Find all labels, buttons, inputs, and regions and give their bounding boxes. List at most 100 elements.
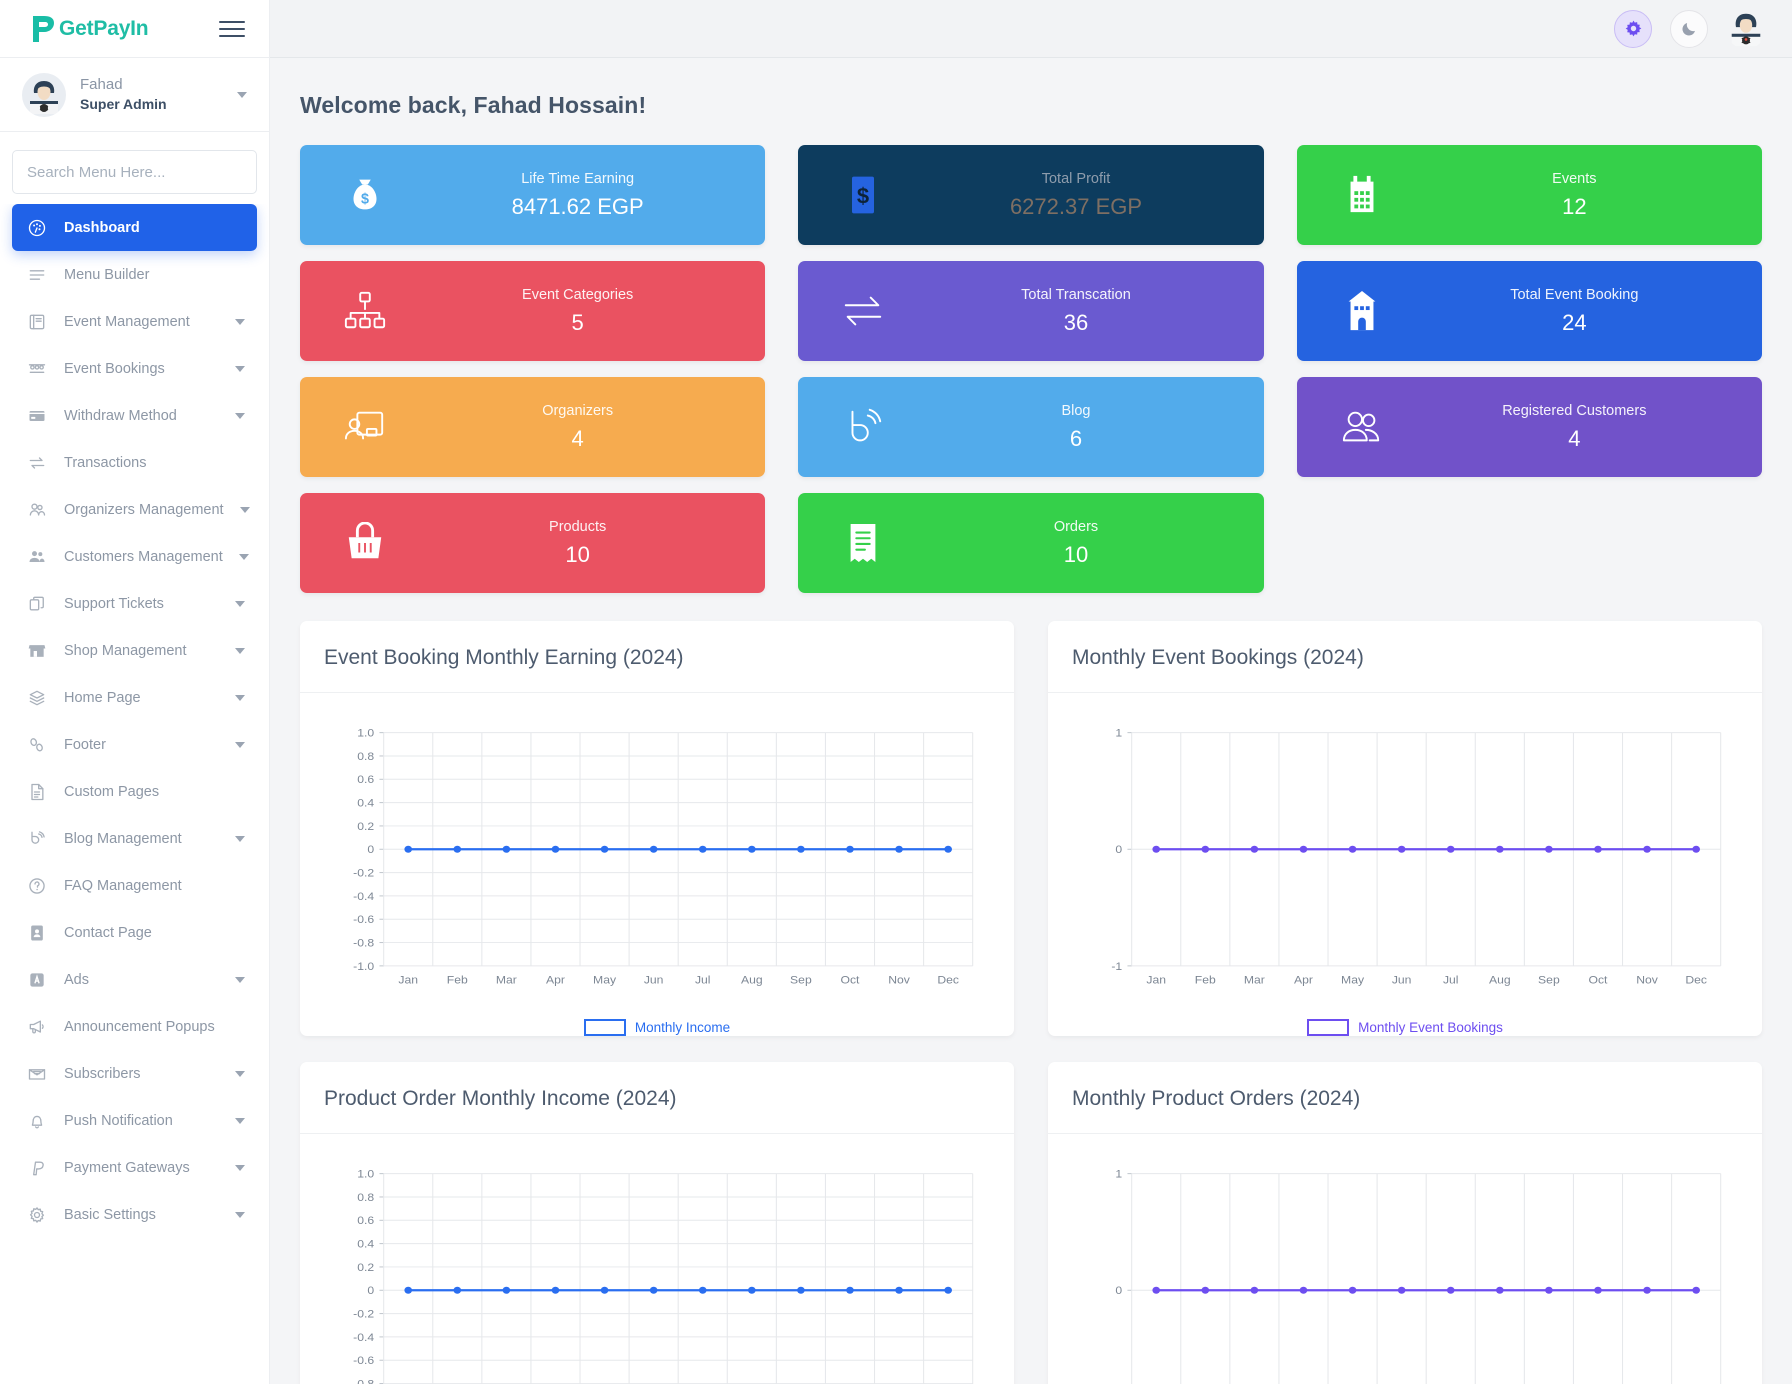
sidebar-item-custom-pages[interactable]: Custom Pages	[12, 768, 257, 815]
stat-text: Organizers 4	[424, 399, 731, 454]
shop-icon	[26, 640, 48, 662]
stat-label: Events	[1552, 171, 1597, 188]
chart-card-0: Event Booking Monthly Earning (2024) 1.0 0…	[300, 621, 1014, 1036]
gear-sun-icon[interactable]	[1614, 9, 1652, 48]
chevron-down-icon[interactable]	[235, 1211, 245, 1218]
svg-text:$: $	[361, 192, 369, 208]
chart-title: Monthly Product Orders (2024)	[1048, 1062, 1762, 1134]
stat-card-events[interactable]: Events 12	[1296, 145, 1762, 245]
chart-title: Product Order Monthly Income (2024)	[300, 1062, 1014, 1134]
sidebar-toggle-icon[interactable]	[219, 20, 245, 37]
people-seats-icon	[26, 358, 48, 380]
svg-text:1.0: 1.0	[357, 727, 374, 739]
stat-card-total-transcation[interactable]: Total Transcation 36	[798, 261, 1264, 361]
sidebar-item-menu-builder[interactable]: Menu Builder	[12, 251, 257, 298]
chart-card-grid: Event Booking Monthly Earning (2024) 1.0 0…	[300, 621, 1762, 1384]
sidebar-item-organizers-management[interactable]: Organizers Management	[12, 486, 257, 533]
gear-icon	[26, 1204, 48, 1226]
svg-text:May: May	[593, 974, 616, 986]
stat-card-total-event-booking[interactable]: Total Event Booking 24	[1296, 261, 1762, 361]
stat-card-products[interactable]: Products 10	[300, 493, 766, 593]
stat-card-registered-customers[interactable]: Registered Customers 4	[1296, 377, 1762, 477]
sidebar-item-footer[interactable]: Footer	[12, 721, 257, 768]
dollar-badge-icon: $	[838, 173, 888, 217]
chevron-down-icon[interactable]	[235, 1070, 245, 1077]
topbar-avatar[interactable]	[1726, 9, 1766, 49]
sidebar-item-dashboard[interactable]: Dashboard	[12, 204, 257, 251]
sidebar-item-basic-settings[interactable]: Basic Settings	[12, 1191, 257, 1238]
chevron-down-icon[interactable]	[238, 553, 249, 560]
stat-card-event-categories[interactable]: Event Categories 5	[300, 261, 766, 361]
chevron-down-icon[interactable]	[235, 318, 245, 325]
blog-rss-icon	[838, 404, 888, 450]
sidebar-item-blog-management[interactable]: Blog Management	[12, 815, 257, 862]
sidebar-item-subscribers[interactable]: Subscribers	[12, 1050, 257, 1097]
sidebar-item-customers-management[interactable]: Customers Management	[12, 533, 257, 580]
chevron-down-icon[interactable]	[235, 1117, 245, 1124]
sidebar-item-contact-page[interactable]: Contact Page	[12, 909, 257, 956]
brand-logo[interactable]: GetPayIn	[30, 14, 149, 44]
sidebar-item-home-page[interactable]: Home Page	[12, 674, 257, 721]
stat-card-blog[interactable]: Blog 6	[798, 377, 1264, 477]
sidebar-item-withdraw-method[interactable]: Withdraw Method	[12, 392, 257, 439]
sidebar-item-label: Menu Builder	[64, 266, 150, 283]
chart-card-3: Monthly Product Orders (2024)10-1JanFebM…	[1048, 1062, 1762, 1384]
sidebar-item-announcement-popups[interactable]: Announcement Popups	[12, 1003, 257, 1050]
sidebar-item-label: Blog Management	[64, 830, 182, 847]
svg-text:Jun: Jun	[1392, 974, 1412, 986]
chevron-down-icon[interactable]	[235, 835, 245, 842]
stat-card-organizers[interactable]: Organizers 4	[300, 377, 766, 477]
sidebar-item-faq-management[interactable]: FAQ Management	[12, 862, 257, 909]
sidebar-item-event-bookings[interactable]: Event Bookings	[12, 345, 257, 392]
svg-text:Feb: Feb	[1195, 974, 1216, 986]
sidebar-item-label: Dashboard	[64, 219, 140, 236]
chevron-down-icon[interactable]	[237, 91, 247, 98]
stat-value: 4	[571, 425, 584, 451]
sidebar-item-push-notification[interactable]: Push Notification	[12, 1097, 257, 1144]
receipt-icon	[838, 520, 888, 566]
stat-card-total-profit[interactable]: $ Total Profit 6272.37 EGP	[798, 145, 1264, 245]
sidebar-item-event-management[interactable]: Event Management	[12, 298, 257, 345]
svg-text:0.6: 0.6	[357, 1215, 374, 1227]
chart-title: Event Booking Monthly Earning (2024)	[300, 621, 1014, 693]
chart-card-2: Product Order Monthly Income (2024) 1.0 0.…	[300, 1062, 1014, 1384]
chevron-down-icon[interactable]	[235, 1164, 245, 1171]
chart-card-1: Monthly Event Bookings (2024) 1 0 -1 Jan Feb M…	[1048, 621, 1762, 1036]
chevron-down-icon[interactable]	[235, 412, 245, 419]
sidebar-item-label: Push Notification	[64, 1112, 173, 1129]
sidebar-item-label: Subscribers	[64, 1065, 141, 1082]
getpayin-logo-icon	[30, 14, 56, 44]
search-input[interactable]	[12, 150, 257, 194]
chevron-down-icon[interactable]	[235, 647, 245, 654]
svg-text:Mar: Mar	[496, 974, 517, 986]
sidebar-item-shop-management[interactable]: Shop Management	[12, 627, 257, 674]
chevron-down-icon[interactable]	[235, 741, 245, 748]
chevron-down-icon[interactable]	[235, 976, 245, 983]
user-meta: Fahad Super Admin	[80, 75, 223, 114]
svg-text:1.0: 1.0	[357, 1168, 374, 1180]
page-content: Welcome back, Fahad Hossain! $ Life Time …	[270, 58, 1792, 1384]
chevron-down-icon[interactable]	[235, 365, 245, 372]
contact-card-icon	[26, 922, 48, 944]
svg-text:Nov: Nov	[1636, 974, 1658, 986]
svg-text:Jan: Jan	[1146, 974, 1166, 986]
stat-card-life-time-earning[interactable]: $ Life Time Earning 8471.62 EGP	[300, 145, 766, 245]
chevron-down-icon[interactable]	[235, 600, 245, 607]
chevron-down-icon[interactable]	[239, 506, 250, 513]
sidebar-item-ads[interactable]: Ads	[12, 956, 257, 1003]
stat-card-orders[interactable]: Orders 10	[798, 493, 1264, 593]
stat-value: 6272.37 EGP	[1009, 193, 1143, 219]
stat-text: Total Event Booking 24	[1421, 283, 1728, 338]
sidebar-item-support-tickets[interactable]: Support Tickets	[12, 580, 257, 627]
moon-icon[interactable]	[1670, 9, 1708, 48]
organizer-icon	[340, 406, 390, 448]
sidebar-item-payment-gateways[interactable]: Payment Gateways	[12, 1144, 257, 1191]
stat-value: 24	[1562, 309, 1587, 335]
svg-text:-0.2: -0.2	[353, 867, 374, 879]
sidebar-user-row[interactable]: Fahad Super Admin	[0, 58, 269, 132]
sidebar-brand-row: GetPayIn	[0, 0, 269, 58]
user-name: Fahad	[80, 75, 123, 93]
chevron-down-icon[interactable]	[235, 694, 245, 701]
sidebar-item-transactions[interactable]: Transactions	[12, 439, 257, 486]
svg-text:1: 1	[1115, 727, 1122, 739]
